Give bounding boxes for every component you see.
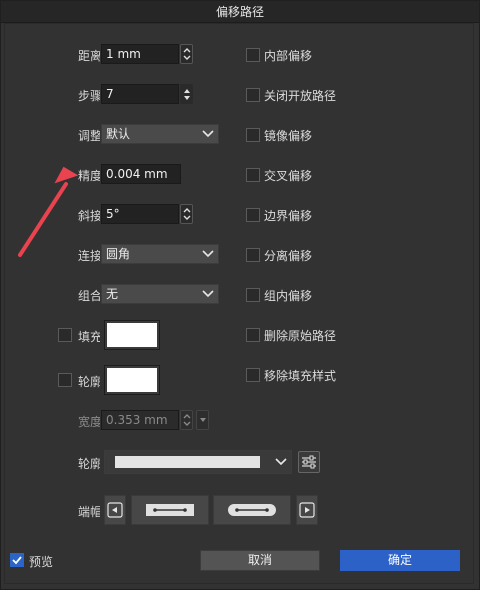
round-cap-icon — [228, 504, 276, 516]
chevron-down-icon — [202, 290, 214, 298]
preview-label: 预览 — [29, 555, 54, 569]
width-stepper[interactable] — [180, 410, 193, 430]
dialog-title: 偏移路径 — [1, 1, 479, 23]
stroke-checkbox[interactable] — [58, 373, 72, 387]
stroke-label: 轮廓 — [78, 375, 100, 389]
option-checkbox[interactable] — [246, 48, 260, 62]
sliders-icon — [302, 455, 316, 469]
option-label: 组内偏移 — [264, 289, 313, 303]
option-label: 关闭开放路径 — [264, 89, 337, 103]
join-select-value: 圆角 — [106, 247, 131, 261]
cap-round-button[interactable] — [213, 495, 291, 525]
option-checkbox[interactable] — [246, 328, 260, 342]
miter-stepper[interactable] — [180, 204, 193, 224]
fill-checkbox[interactable] — [58, 328, 72, 342]
steps-input[interactable]: 7 — [101, 84, 179, 104]
combine-select-value: 无 — [106, 287, 119, 301]
miter-input[interactable]: 5° — [101, 204, 179, 224]
stroke-style-preview — [115, 456, 260, 468]
option-label: 分离偏移 — [264, 249, 313, 263]
stepper-arrows-icon — [183, 414, 190, 426]
ok-button[interactable]: 确定 — [340, 550, 460, 571]
option-checkbox[interactable] — [246, 88, 260, 102]
chevron-down-icon — [199, 418, 206, 422]
cap-butt-button[interactable] — [131, 495, 209, 525]
option-checkbox[interactable] — [246, 368, 260, 382]
arrow-start-icon — [107, 502, 123, 518]
stepper-arrows-icon — [183, 89, 190, 100]
preview-checkbox[interactable] — [10, 553, 24, 567]
option-checkbox[interactable] — [246, 288, 260, 302]
stroke-settings-button[interactable] — [298, 451, 320, 473]
caps-label: 端帽 — [78, 505, 100, 519]
width-input[interactable]: 0.353 mm — [101, 410, 179, 430]
distance-label: 距离 — [78, 49, 100, 63]
fill-color-swatch[interactable] — [104, 320, 160, 350]
arrow-end-icon — [299, 502, 315, 518]
combine-select[interactable]: 无 — [101, 284, 219, 304]
option-label: 镜像偏移 — [264, 129, 313, 143]
cancel-button[interactable]: 取消 — [200, 550, 320, 571]
option-checkbox[interactable] — [246, 128, 260, 142]
adjust-select[interactable]: 默认 — [101, 124, 219, 144]
stroke-color-swatch[interactable] — [104, 365, 160, 395]
option-checkbox[interactable] — [246, 168, 260, 182]
butt-cap-icon — [146, 504, 194, 516]
cap-start-arrow-button[interactable] — [104, 495, 126, 525]
checkmark-icon — [12, 556, 22, 565]
stroke-style-label: 轮廓 — [78, 457, 100, 471]
stroke-style-select[interactable] — [104, 450, 292, 474]
precision-input[interactable]: 0.004 mm — [101, 164, 181, 184]
stepper-arrows-icon — [183, 208, 190, 220]
adjust-select-value: 默认 — [106, 127, 131, 141]
combine-label: 组合 — [78, 289, 100, 303]
red-arrow-annotation — [18, 166, 79, 257]
adjust-label: 调整 — [78, 129, 100, 143]
width-unit-dropdown[interactable] — [196, 410, 209, 430]
option-checkbox[interactable] — [246, 248, 260, 262]
option-label: 删除原始路径 — [264, 329, 337, 343]
distance-input[interactable]: 1 mm — [101, 44, 179, 64]
stepper-arrows-icon — [183, 48, 190, 60]
distance-stepper[interactable] — [180, 44, 193, 64]
chevron-down-icon — [202, 130, 214, 138]
option-label: 移除填充样式 — [264, 369, 337, 383]
chevron-down-icon — [275, 458, 287, 466]
option-label: 内部偏移 — [264, 49, 313, 63]
option-label: 交叉偏移 — [264, 169, 313, 183]
steps-stepper[interactable] — [180, 84, 193, 104]
option-checkbox[interactable] — [246, 208, 260, 222]
chevron-down-icon — [202, 250, 214, 258]
join-select[interactable]: 圆角 — [101, 244, 219, 264]
cap-end-arrow-button[interactable] — [296, 495, 318, 525]
option-label: 边界偏移 — [264, 209, 313, 223]
fill-label: 填充 — [78, 330, 100, 344]
width-label: 宽度 — [78, 415, 100, 429]
steps-label: 步骤 — [78, 89, 100, 103]
